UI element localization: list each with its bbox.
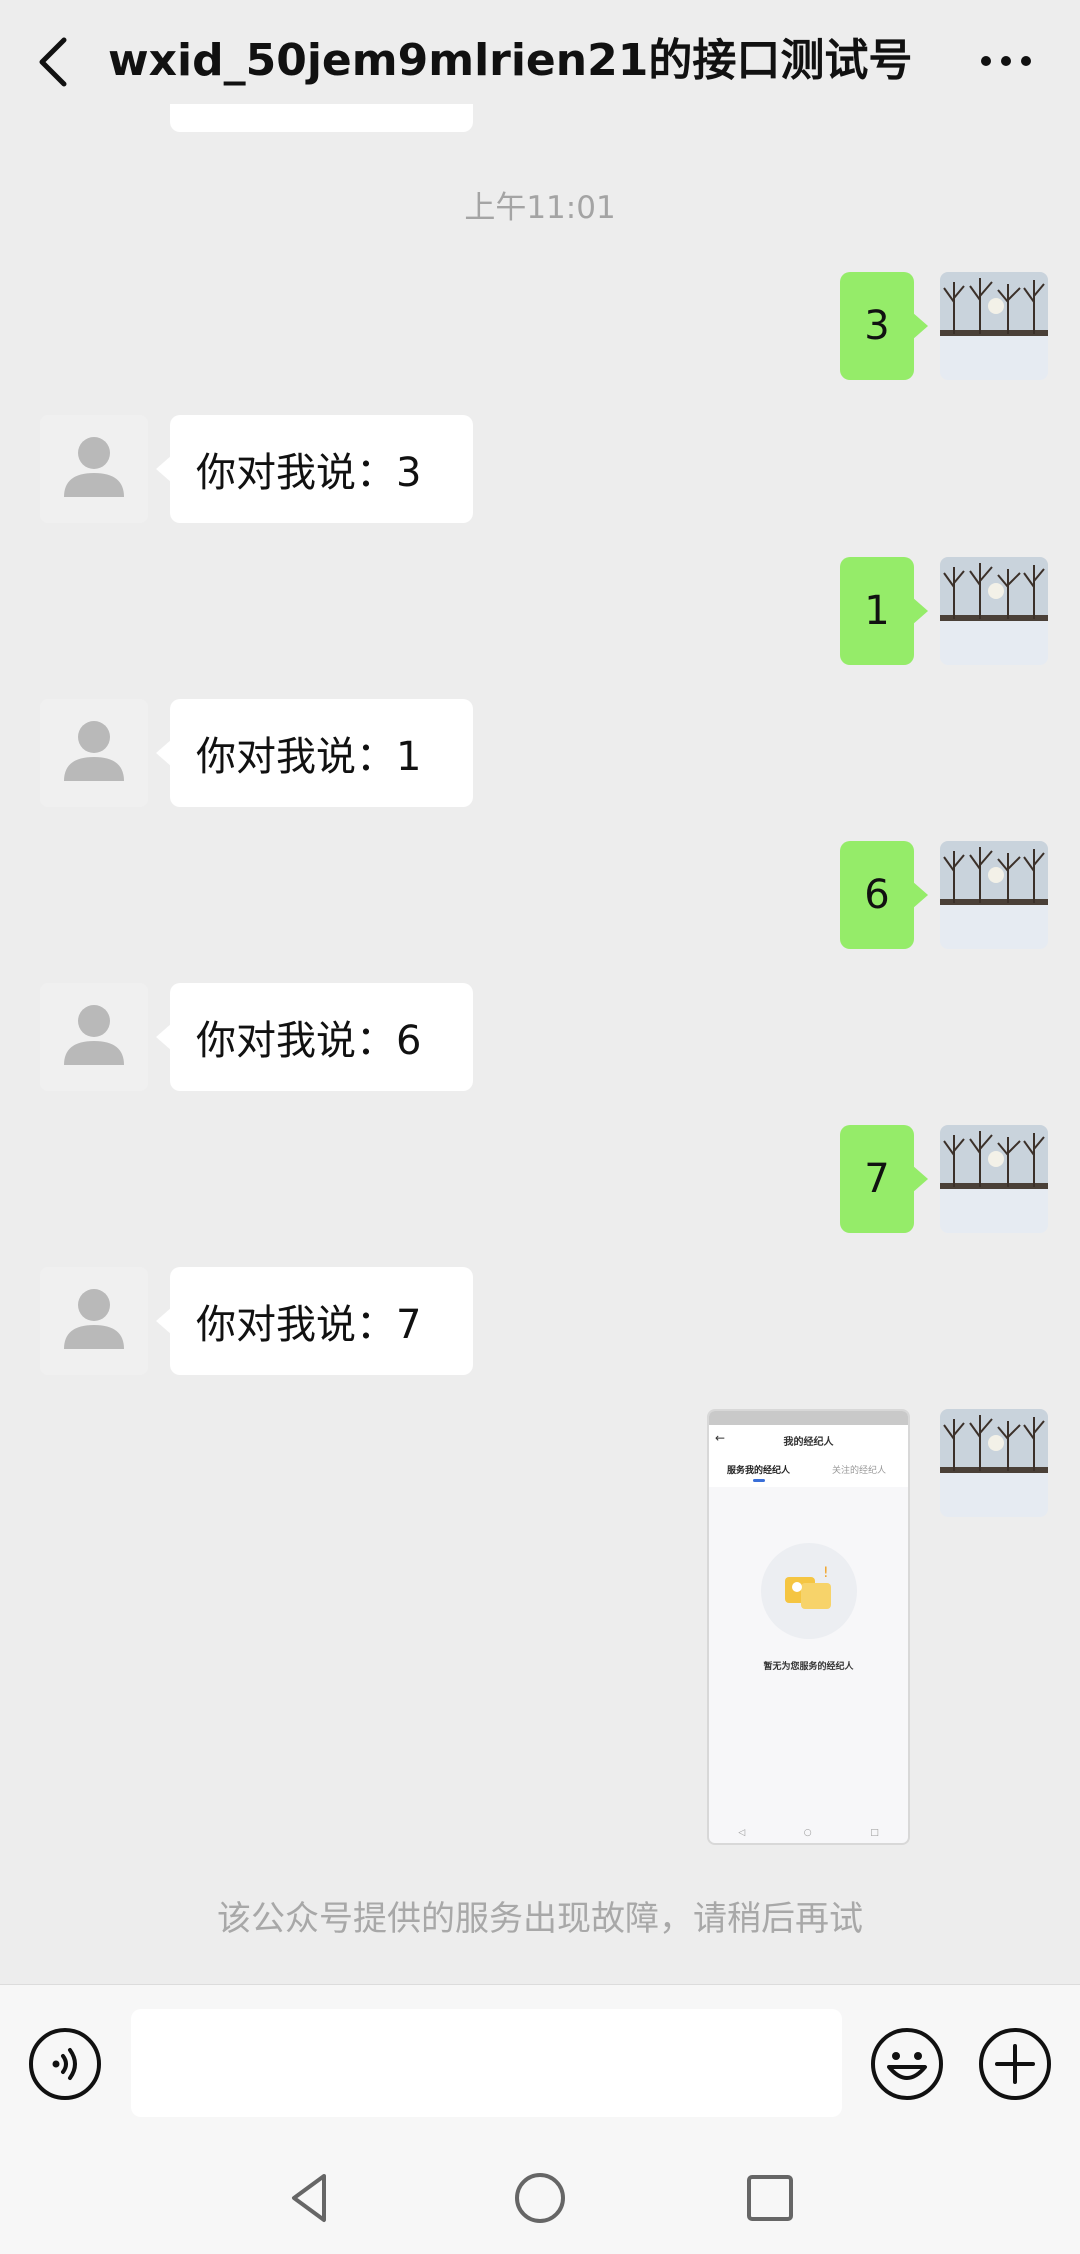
emoji-icon[interactable] — [870, 2027, 944, 2101]
plus-icon[interactable] — [978, 2027, 1052, 2101]
screenshot-nav-bar: ◁ ○ □ — [709, 1823, 908, 1843]
more-dots-icon[interactable] — [976, 46, 1036, 76]
snow-landscape-avatar-image — [940, 1409, 1048, 1517]
contact-avatar[interactable] — [40, 699, 148, 807]
my-message-bubble[interactable]: 6 — [840, 841, 928, 949]
screenshot-status-bar — [709, 1411, 908, 1425]
default-user-icon — [64, 1005, 124, 1065]
default-user-icon — [64, 721, 124, 781]
message-timestamp: 上午11:01 — [464, 190, 616, 226]
contact-message-bubble[interactable]: 你对我说：1 — [156, 699, 473, 807]
screenshot-tabs: 服务我的经纪人 关注的经纪人 — [709, 1453, 908, 1487]
contact-avatar[interactable] — [40, 983, 148, 1091]
my-avatar[interactable] — [940, 1125, 1048, 1233]
chat-title: wxid_50jem9mlrien21的接口测试号 — [108, 35, 913, 86]
voice-icon[interactable] — [28, 2027, 102, 2101]
my-message-bubble[interactable]: 1 — [840, 557, 928, 665]
my-avatar[interactable] — [940, 557, 1048, 665]
my-avatar[interactable] — [940, 1409, 1048, 1517]
image-message-screenshot[interactable]: ← 我的经纪人 服务我的经纪人 关注的经纪人 ! 暂无为您服务的经纪人 ◁ ○ … — [707, 1409, 910, 1845]
service-error-notice: 该公众号提供的服务出现故障，请稍后再试 — [217, 1899, 863, 1939]
contact-avatar[interactable] — [40, 415, 148, 523]
message-text: 6 — [864, 872, 890, 918]
snow-landscape-avatar-image — [940, 557, 1048, 665]
screenshot-tab-underline — [753, 1479, 765, 1482]
contact-message-bubble[interactable]: 你对我说：6 — [156, 983, 473, 1091]
screenshot-nav-home-icon: ○ — [803, 1828, 812, 1838]
screenshot-tab-inactive: 关注的经纪人 — [831, 1466, 886, 1476]
message-input[interactable] — [131, 2009, 842, 2117]
system-home-icon[interactable] — [510, 2168, 570, 2228]
screenshot-nav-recent-icon: □ — [870, 1828, 879, 1838]
message-text: 你对我说：3 — [196, 450, 422, 496]
message-text: 你对我说：7 — [196, 1302, 422, 1348]
message-text: 你对我说：1 — [196, 734, 422, 780]
message-text: 7 — [864, 1156, 890, 1202]
screenshot-nav: ← 我的经纪人 — [709, 1425, 908, 1453]
my-avatar[interactable] — [940, 272, 1048, 380]
snow-landscape-avatar-image — [940, 1125, 1048, 1233]
previous-bubble-fragment — [170, 104, 473, 132]
contact-message-bubble[interactable]: 你对我说：3 — [156, 415, 473, 523]
system-back-icon[interactable] — [280, 2168, 340, 2228]
empty-state-illustration-icon: ! — [761, 1543, 857, 1639]
my-message-bubble[interactable]: 7 — [840, 1125, 928, 1233]
screenshot-nav-back-icon: ◁ — [738, 1828, 746, 1838]
my-avatar[interactable] — [940, 841, 1048, 949]
message-text: 1 — [864, 588, 890, 634]
system-nav-bar — [0, 2132, 1080, 2254]
system-recent-apps-icon[interactable] — [740, 2168, 800, 2228]
svg-text:!: ! — [823, 1565, 829, 1581]
message-text: 3 — [864, 303, 890, 349]
default-user-icon — [64, 437, 124, 497]
contact-message-bubble[interactable]: 你对我说：7 — [156, 1267, 473, 1375]
my-message-bubble[interactable]: 3 — [840, 272, 928, 380]
contact-avatar[interactable] — [40, 1267, 148, 1375]
chat-header: wxid_50jem9mlrien21的接口测试号 — [0, 0, 1080, 124]
default-user-icon — [64, 1289, 124, 1349]
screenshot-nav-title: 我的经纪人 — [783, 1437, 834, 1448]
snow-landscape-avatar-image — [940, 841, 1048, 949]
message-text: 你对我说：6 — [196, 1018, 422, 1064]
chat-input-bar — [0, 1984, 1080, 2132]
back-chevron-icon[interactable] — [30, 32, 80, 92]
snow-landscape-avatar-image — [940, 272, 1048, 380]
screenshot-tab-active: 服务我的经纪人 — [727, 1466, 791, 1476]
screenshot-empty-text: 暂无为您服务的经纪人 — [763, 1662, 854, 1672]
